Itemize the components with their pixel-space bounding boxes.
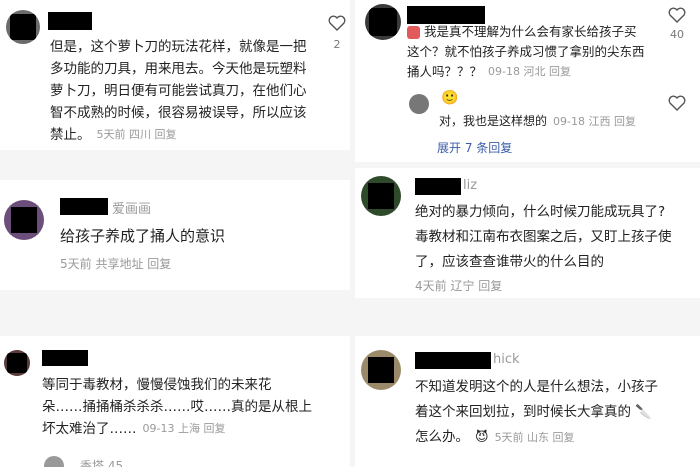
username-suffix: 爱画画	[112, 202, 152, 217]
heart-icon[interactable]	[327, 14, 347, 32]
comment-text: 绝对的暴力倾向，什么时候刀能成玩具了? 毒教材和江南布衣图案之后，又盯上孩子使 …	[415, 204, 672, 270]
avatar[interactable]	[44, 456, 64, 467]
comment-card-bottom-left: 等同于毒教材，慢慢侵蚀我们的未来花 朵……捅捅桶杀杀杀……哎……真的是从根上 坏…	[0, 336, 350, 467]
emoji-icon	[407, 25, 420, 39]
comment-text: 给孩子养成了捅人的意识	[60, 227, 226, 245]
comment-card-mid-right: liz 绝对的暴力倾向，什么时候刀能成玩具了? 毒教材和江南布衣图案之后，又盯上…	[355, 168, 700, 298]
comment-text: 我是真不理解为什么会有家长给孩子买 这个？就不怕孩子养成习惯了拿别的尖东西 捅人…	[407, 22, 669, 82]
avatar[interactable]	[4, 200, 44, 240]
avatar[interactable]	[6, 10, 40, 44]
knife-emoji: 🔪	[635, 404, 652, 420]
comment-meta[interactable]: 09-18 河北 回复	[488, 62, 571, 82]
redacted-username	[48, 12, 92, 30]
comment-meta[interactable]: 5天前 山东 回复	[495, 425, 575, 450]
comment-meta[interactable]: 4天前 辽宁 回复	[415, 277, 502, 294]
comment-text: 不知道发明这个的人是什么想法，小孩子 着这个来回划拉，到时候长大拿真的 🔪 怎么…	[415, 375, 700, 450]
comment-meta[interactable]: 5天前 共享地址 回复	[60, 255, 171, 272]
comment-card-mid-left: 爱画画 给孩子养成了捅人的意识 5天前 共享地址 回复	[0, 180, 350, 290]
reply-emoji: 🙂	[441, 90, 459, 106]
devil-emoji: 😈	[475, 430, 489, 445]
comment-meta[interactable]: 09-13 上海 回复	[143, 418, 226, 440]
like-count: 2	[333, 38, 341, 51]
username-suffix: hick	[493, 352, 520, 367]
like-count: 40	[670, 28, 684, 41]
comment-text: 但是，这个萝卜刀的玩法花样，就像是一把 多功能的刀具，用来甩去。今天他是玩塑料 …	[50, 36, 320, 146]
redacted-username	[60, 198, 108, 215]
redacted-username	[42, 350, 88, 366]
heart-icon[interactable]	[667, 6, 687, 24]
redacted-username	[415, 178, 461, 195]
next-username: 香塔 45	[80, 459, 124, 467]
comment-text: 等同于毒教材，慢慢侵蚀我们的未来花 朵……捅捅桶杀杀杀……哎……真的是从根上 坏…	[42, 374, 342, 440]
avatar[interactable]	[4, 350, 30, 376]
heart-icon[interactable]	[667, 94, 687, 112]
comment-card-top-left: 但是，这个萝卜刀的玩法花样，就像是一把 多功能的刀具，用来甩去。今天他是玩塑料 …	[0, 0, 350, 150]
comment-meta[interactable]: 5天前 四川 回复	[97, 124, 177, 146]
reply-text: 对，我也是这样想的 09-18 江西 回复	[439, 113, 636, 129]
avatar[interactable]	[365, 4, 401, 40]
comment-card-top-right: 我是真不理解为什么会有家长给孩子买 这个？就不怕孩子养成习惯了拿别的尖东西 捅人…	[355, 0, 700, 162]
reply-meta[interactable]: 09-18 江西 回复	[553, 113, 636, 129]
avatar[interactable]	[361, 350, 401, 390]
redacted-username	[415, 352, 491, 369]
comment-card-bottom-right: hick 不知道发明这个的人是什么想法，小孩子 着这个来回划拉，到时候长大拿真的…	[355, 336, 700, 467]
reply-avatar[interactable]	[409, 94, 429, 114]
expand-replies-link[interactable]: 展开 7 条回复	[437, 139, 512, 156]
avatar[interactable]	[361, 176, 401, 216]
username-suffix: liz	[463, 178, 478, 193]
